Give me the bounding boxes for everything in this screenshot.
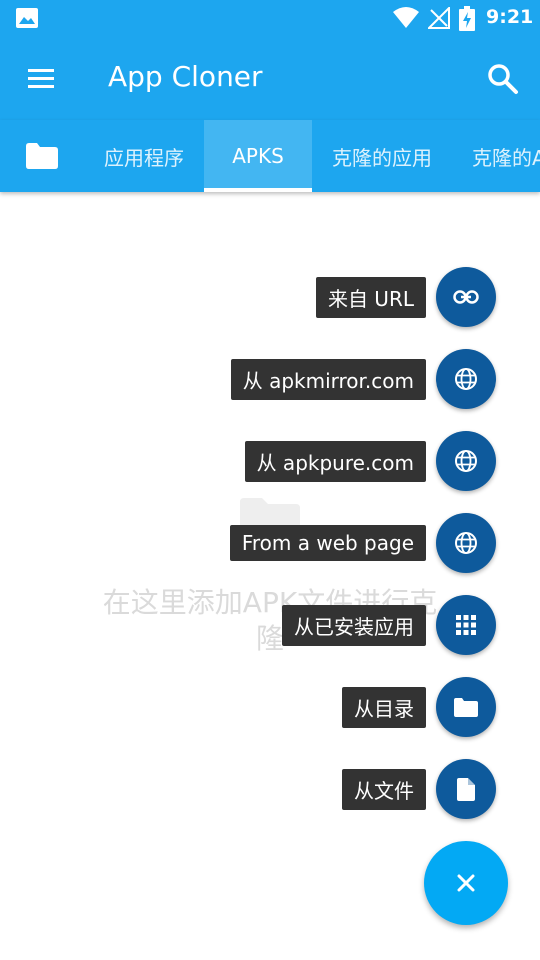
mini-fab-directory[interactable]	[436, 677, 496, 737]
link-icon	[453, 290, 479, 304]
globe-icon	[455, 450, 477, 472]
menu-button[interactable]	[26, 67, 56, 91]
tab-cloned-apps[interactable]: 克隆的应用	[312, 120, 452, 192]
folder-icon	[454, 697, 478, 717]
app-title: App Cloner	[108, 60, 263, 93]
fab-label[interactable]: 从 apkpure.com	[244, 440, 426, 482]
wifi-icon	[393, 7, 419, 28]
fab-item-directory[interactable]: 从目录	[342, 677, 496, 737]
fab-item-from-url[interactable]: 来自 URL	[315, 267, 496, 327]
mini-fab-file[interactable]	[436, 759, 496, 819]
fab-label[interactable]: From a web page	[229, 525, 426, 561]
main-fab-close[interactable]	[424, 841, 508, 925]
fab-item-installed-apps[interactable]: 从已安装应用	[282, 595, 496, 655]
tab-apks[interactable]: APKS	[204, 120, 312, 192]
mini-fab-installed-apps[interactable]	[436, 595, 496, 655]
fab-item-web-page[interactable]: From a web page	[229, 513, 496, 573]
status-time: 9:21	[486, 6, 534, 28]
status-bar: 9:21	[0, 0, 540, 38]
fab-label[interactable]: 从目录	[342, 686, 426, 728]
tab-folder[interactable]	[0, 120, 84, 192]
mini-fab-url[interactable]	[436, 267, 496, 327]
mini-fab-apkpure[interactable]	[436, 431, 496, 491]
tab-apps[interactable]: 应用程序	[84, 120, 204, 192]
folder-icon	[26, 143, 58, 169]
file-icon	[457, 777, 475, 801]
fab-label[interactable]: 从文件	[342, 768, 426, 810]
fab-item-file[interactable]: 从文件	[342, 759, 496, 819]
fab-item-apkpure[interactable]: 从 apkpure.com	[244, 431, 496, 491]
mini-fab-apkmirror[interactable]	[436, 349, 496, 409]
tab-cloned-apks[interactable]: 克隆的APK	[452, 120, 540, 192]
search-icon[interactable]	[486, 62, 520, 96]
globe-icon	[455, 368, 477, 390]
fab-item-apkmirror[interactable]: 从 apkmirror.com	[230, 349, 496, 409]
fab-label[interactable]: 从 apkmirror.com	[230, 358, 426, 400]
signal-off-icon	[428, 7, 450, 29]
fab-label[interactable]: 从已安装应用	[282, 604, 426, 646]
battery-charging-icon	[459, 6, 475, 31]
image-notification-icon	[16, 8, 38, 28]
mini-fab-web-page[interactable]	[436, 513, 496, 573]
tab-bar: 应用程序 APKS 克隆的应用 克隆的APK	[0, 120, 540, 192]
grid-icon	[456, 615, 476, 635]
globe-icon	[455, 532, 477, 554]
fab-label[interactable]: 来自 URL	[315, 276, 426, 318]
close-icon	[457, 874, 475, 892]
app-bar: App Cloner	[0, 38, 540, 120]
